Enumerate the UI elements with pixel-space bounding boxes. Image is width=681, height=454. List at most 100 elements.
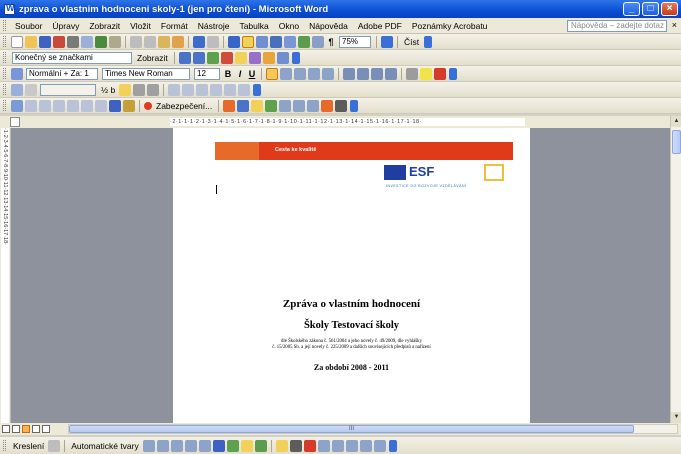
arrow-icon[interactable] (156, 439, 169, 452)
wordart-icon[interactable] (279, 99, 292, 112)
line-style-select[interactable] (40, 83, 96, 96)
shapes-icon[interactable] (223, 99, 236, 112)
menu-edit[interactable]: Úpravy (47, 21, 84, 31)
tables-borders-icon[interactable] (242, 35, 254, 48)
document-close-icon[interactable]: × (672, 20, 677, 30)
insert-diagram-icon[interactable] (226, 439, 239, 452)
hyperlink-icon[interactable] (228, 35, 240, 48)
insert-excel-icon[interactable] (270, 35, 282, 48)
drawing-icon[interactable] (298, 35, 310, 48)
menu-help[interactable]: Nápověda (304, 21, 353, 31)
open-folder-icon[interactable] (25, 35, 37, 48)
insert-frame-icon[interactable] (81, 99, 93, 112)
bold-button[interactable]: B (222, 69, 234, 79)
research-icon[interactable] (109, 35, 121, 48)
form-field-icon[interactable] (11, 99, 23, 112)
increase-indent-icon[interactable] (385, 67, 397, 80)
maximize-button[interactable]: □ (642, 2, 659, 16)
menu-table[interactable]: Tabulka (234, 21, 273, 31)
fill-color-icon[interactable] (321, 99, 334, 112)
print-layout-icon[interactable] (22, 425, 30, 433)
text-box-icon[interactable] (198, 439, 211, 452)
new-document-icon[interactable] (11, 35, 23, 48)
columns-icon[interactable] (284, 35, 296, 48)
insert-picture-icon[interactable] (254, 439, 267, 452)
menu-tools[interactable]: Nástroje (193, 21, 235, 31)
rectangle-icon[interactable] (170, 439, 183, 452)
merge-cells-icon[interactable] (182, 83, 195, 96)
minimize-button[interactable]: _ (623, 2, 640, 16)
shading-icon[interactable] (147, 83, 160, 96)
align-right-icon[interactable] (294, 67, 306, 80)
oval-icon[interactable] (184, 439, 197, 452)
toolbar-grip[interactable] (3, 36, 6, 47)
menu-window[interactable]: Okno (274, 21, 304, 31)
help-icon[interactable] (381, 35, 393, 48)
read-button[interactable]: Číst (404, 37, 419, 47)
dropdown-field-icon[interactable] (39, 99, 51, 112)
draw-table-icon[interactable] (11, 83, 23, 96)
help-search-input[interactable]: Nápověda – zadejte dotaz (567, 20, 667, 32)
select-objects-icon[interactable] (48, 439, 61, 452)
display-for-review-select[interactable]: Konečný se značkami (12, 51, 132, 64)
borders-icon[interactable] (133, 83, 146, 96)
font-color-icon[interactable] (303, 439, 316, 452)
toolbar-grip[interactable] (3, 440, 6, 451)
draw-table-form-icon[interactable] (67, 99, 79, 112)
menubar-grip[interactable] (3, 20, 6, 31)
sort-ascending-icon[interactable] (224, 83, 237, 96)
wordart-icon[interactable] (212, 439, 225, 452)
style-select[interactable]: Normální + Za: 1 (26, 67, 98, 80)
dash-style-icon[interactable] (331, 439, 344, 452)
menu-view[interactable]: Zobrazit (84, 21, 125, 31)
security-button[interactable]: Zabezpečení... (156, 101, 212, 111)
decrease-indent-icon[interactable] (371, 67, 383, 80)
align-left-icon[interactable] (266, 67, 278, 80)
toolbar-grip[interactable] (3, 84, 6, 95)
zoom-select[interactable]: 75% (339, 35, 371, 48)
toolbar-grip[interactable] (3, 52, 6, 63)
line-style-icon[interactable] (317, 439, 330, 452)
draw-menu-button[interactable]: Kreslení (13, 441, 44, 451)
save-icon[interactable] (39, 35, 51, 48)
word-app-icon[interactable] (4, 3, 15, 15)
toolbar-options-icon[interactable] (253, 83, 262, 96)
toolbar-options-icon[interactable] (291, 51, 300, 64)
border-color-icon[interactable] (119, 83, 132, 96)
menu-format[interactable]: Formát (156, 21, 193, 31)
autosum-icon[interactable] (238, 83, 251, 96)
horizontal-scroll-thumb[interactable]: III (69, 425, 634, 433)
menu-acrobat-comments[interactable]: Poznámky Acrobatu (407, 21, 493, 31)
menu-adobe-pdf[interactable]: Adobe PDF (353, 21, 407, 31)
font-size-select[interactable]: 12 (194, 67, 220, 80)
print-icon[interactable] (67, 35, 79, 48)
show-hide-icon[interactable]: ¶ (325, 37, 337, 47)
outside-border-icon[interactable] (406, 67, 418, 80)
font-select[interactable]: Times New Roman (102, 67, 190, 80)
reset-fields-icon[interactable] (109, 99, 121, 112)
shadow-style-icon[interactable] (359, 439, 372, 452)
insert-table-icon[interactable] (256, 35, 268, 48)
scroll-down-icon[interactable]: ▼ (671, 412, 681, 423)
styles-formatting-icon[interactable] (11, 67, 23, 80)
normal-view-icon[interactable] (2, 425, 10, 433)
diagram-icon[interactable] (293, 99, 306, 112)
copy-icon[interactable] (144, 35, 156, 48)
insert-table-icon[interactable] (168, 83, 181, 96)
font-color-icon[interactable] (434, 67, 446, 80)
italic-button[interactable]: I (234, 69, 246, 79)
checkbox-field-icon[interactable] (25, 99, 37, 112)
vertical-scroll-thumb[interactable] (672, 130, 681, 154)
reading-view-icon[interactable] (42, 425, 50, 433)
show-menu-button[interactable]: Zobrazit (137, 53, 168, 63)
justify-icon[interactable] (308, 67, 320, 80)
reject-change-icon[interactable] (220, 51, 233, 64)
tab-selector[interactable] (10, 117, 20, 127)
clipart-icon[interactable] (307, 99, 320, 112)
spelling-icon[interactable] (95, 35, 107, 48)
toolbar-options-icon[interactable] (388, 439, 397, 452)
arrow-style-icon[interactable] (345, 439, 358, 452)
toolbar-grip[interactable] (3, 100, 6, 111)
document-page[interactable]: Cesta ke kvalitě ESF INVESTICE DO ROZVOJ… (173, 128, 530, 423)
toolbar-grip[interactable] (3, 68, 6, 79)
